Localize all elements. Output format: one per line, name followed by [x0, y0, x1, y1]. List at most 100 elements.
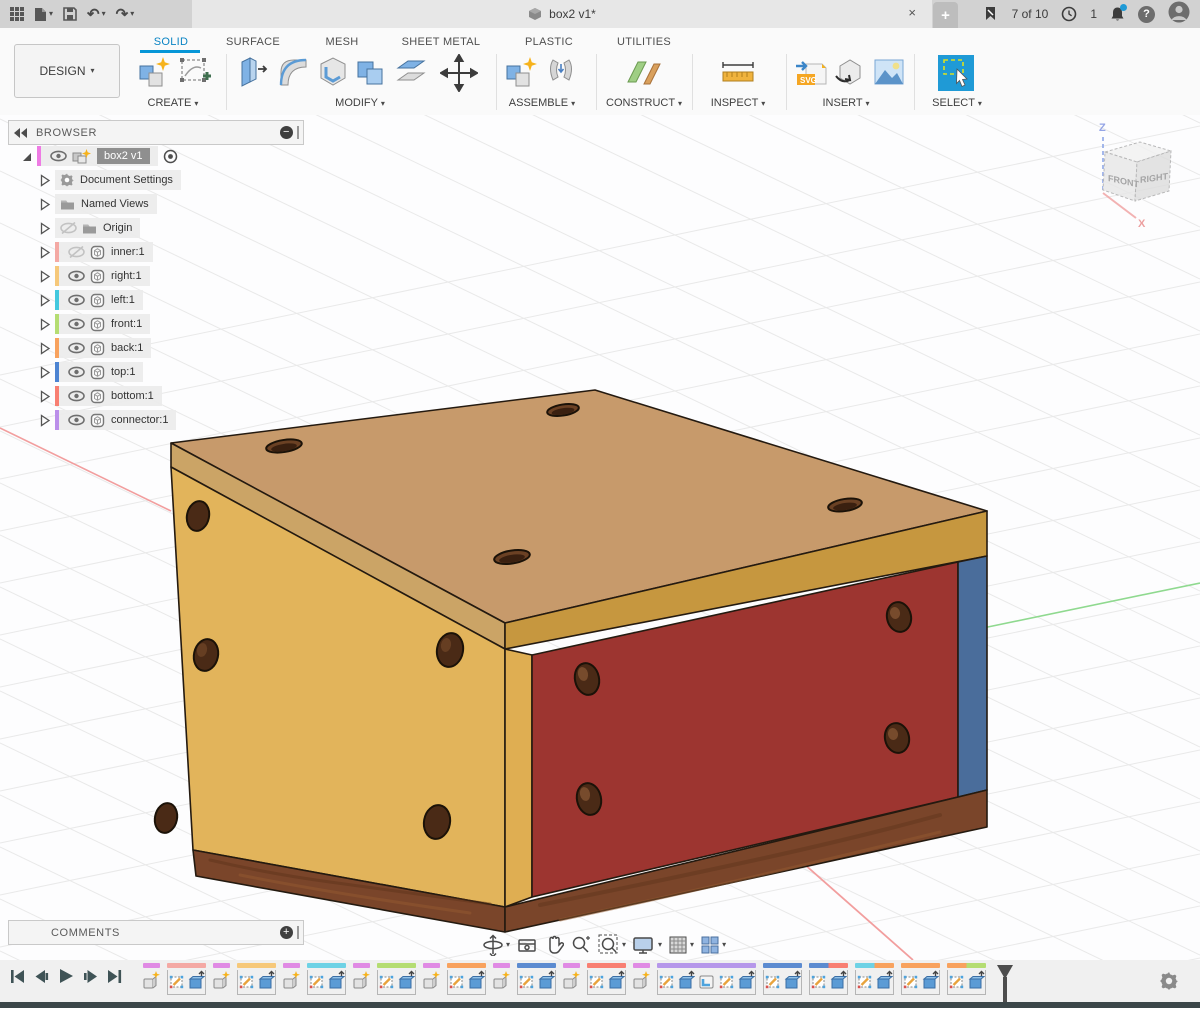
timeline-extrude-icon[interactable]	[398, 970, 415, 991]
timeline-feature-group[interactable]	[493, 963, 510, 991]
insert-mesh-icon[interactable]	[832, 54, 866, 97]
tab-utilities[interactable]: UTILITIES	[616, 36, 672, 50]
group-insert[interactable]: INSERT ▾	[810, 97, 882, 109]
visibility-eye-icon[interactable]	[68, 318, 85, 330]
combine-icon[interactable]	[354, 54, 388, 97]
display-settings-icon[interactable]: ▾	[632, 935, 662, 955]
tab-surface[interactable]: SURFACE	[222, 36, 284, 50]
timeline-sketch-icon[interactable]	[238, 970, 255, 991]
help-icon[interactable]: ?	[1138, 6, 1155, 23]
expand-arrow-icon[interactable]	[38, 198, 51, 211]
group-create[interactable]: CREATE ▾	[136, 97, 210, 109]
move-icon[interactable]	[440, 54, 478, 97]
skip-start-icon[interactable]	[10, 969, 25, 984]
visibility-eye-icon[interactable]	[68, 270, 85, 282]
new-tab-button[interactable]: +	[933, 2, 958, 28]
timeline-feature-group[interactable]	[947, 963, 986, 995]
add-comment-icon[interactable]: +	[280, 926, 293, 939]
document-tab[interactable]: box2 v1* ×	[192, 0, 932, 28]
visibility-eye-off-icon[interactable]	[68, 246, 85, 258]
expand-arrow-icon[interactable]	[38, 246, 51, 259]
browser-row-pill[interactable]: left:1	[55, 290, 143, 310]
offset-face-icon[interactable]	[394, 54, 428, 97]
browser-row-label[interactable]: front:1	[111, 318, 142, 330]
save-icon[interactable]	[63, 7, 77, 21]
visibility-eye-off-icon[interactable]	[60, 222, 77, 234]
press-pull-icon[interactable]	[236, 54, 270, 97]
browser-row-pill[interactable]: Named Views	[55, 194, 157, 214]
browser-row-label[interactable]: right:1	[111, 270, 142, 282]
shell-icon[interactable]	[316, 54, 350, 97]
measure-icon[interactable]	[718, 54, 758, 97]
activate-component-icon[interactable]	[163, 149, 178, 164]
browser-row-right-1[interactable]: right:1	[38, 265, 150, 287]
undo-icon[interactable]: ↶▾	[87, 7, 106, 22]
browser-row-pill[interactable]: Origin	[55, 218, 140, 238]
timeline-sketch-icon[interactable]	[448, 970, 465, 991]
comments-panel-header[interactable]: COMMENTS +	[8, 920, 304, 945]
expand-arrow-icon[interactable]	[38, 318, 51, 331]
browser-row-inner-1[interactable]: inner:1	[38, 241, 153, 263]
expand-arrow-icon[interactable]	[38, 222, 51, 235]
browser-row-left-1[interactable]: left:1	[38, 289, 143, 311]
new-component-icon[interactable]	[137, 54, 171, 97]
group-select[interactable]: SELECT ▾	[920, 97, 994, 109]
box-corner-strip[interactable]	[505, 649, 532, 907]
viewcube[interactable]: Z X FRONT RIGHT	[1099, 122, 1171, 230]
timeline-feature-group[interactable]	[657, 963, 756, 995]
step-back-icon[interactable]	[34, 969, 49, 984]
timeline-sketch-icon[interactable]	[718, 970, 735, 991]
group-assemble[interactable]: ASSEMBLE ▾	[498, 97, 586, 109]
timeline-extrude-icon[interactable]	[258, 970, 275, 991]
expand-arrow-icon[interactable]	[38, 294, 51, 307]
app-grid-icon[interactable]	[10, 7, 24, 21]
select-icon[interactable]	[936, 54, 976, 97]
tab-plastic[interactable]: PLASTIC	[524, 36, 574, 50]
tab-sheet-metal[interactable]: SHEET METAL	[398, 36, 484, 50]
workspace-selector[interactable]: DESIGN ▾	[14, 44, 120, 98]
panel-grip[interactable]	[297, 926, 299, 939]
skip-end-icon[interactable]	[107, 969, 122, 984]
timeline-feature-group[interactable]	[763, 963, 802, 995]
timeline-extrude-icon[interactable]	[968, 970, 985, 991]
timeline-sketch-icon[interactable]	[764, 970, 781, 991]
timeline-extrude-icon[interactable]	[678, 970, 695, 991]
timeline-extrude-icon[interactable]	[738, 970, 755, 991]
timeline-feature-group[interactable]	[283, 963, 300, 991]
browser-panel-header[interactable]: BROWSER −	[8, 120, 304, 145]
timeline-feature-group[interactable]	[353, 963, 370, 991]
timeline-extrude-icon[interactable]	[188, 970, 205, 991]
expand-arrow-icon[interactable]	[38, 270, 51, 283]
timeline-extrude-icon[interactable]	[922, 970, 939, 991]
browser-row-label[interactable]: Origin	[103, 222, 132, 234]
visibility-eye-icon[interactable]	[68, 366, 85, 378]
timeline-component-icon[interactable]	[633, 970, 650, 991]
expand-arrow-icon[interactable]	[38, 390, 51, 403]
timeline-feature-group[interactable]	[307, 963, 346, 995]
browser-row-label[interactable]: Document Settings	[80, 174, 173, 186]
group-inspect[interactable]: INSPECT ▾	[698, 97, 778, 109]
step-forward-icon[interactable]	[83, 969, 98, 984]
browser-row-top-1[interactable]: top:1	[38, 361, 143, 383]
construct-plane-icon[interactable]	[624, 54, 664, 97]
collapse-panel-icon[interactable]	[14, 128, 28, 138]
grid-settings-icon[interactable]: ▾	[668, 935, 694, 955]
timeline-extrude-icon[interactable]	[876, 970, 893, 991]
timeline-feature-group[interactable]	[447, 963, 486, 995]
box-right-strip[interactable]	[958, 556, 987, 797]
timeline-feature-group[interactable]	[423, 963, 440, 991]
expand-arrow-icon[interactable]	[38, 174, 51, 187]
timeline-component-icon[interactable]	[353, 970, 370, 991]
avatar[interactable]	[1168, 1, 1190, 28]
timeline-settings-gear-icon[interactable]	[1160, 972, 1178, 995]
browser-row-box2-v1[interactable]: box2 v1	[20, 145, 178, 167]
create-sketch-icon[interactable]	[177, 54, 211, 97]
version-flag-icon[interactable]	[983, 6, 999, 22]
browser-row-bottom-1[interactable]: bottom:1	[38, 385, 162, 407]
notifications-bell-icon[interactable]	[1110, 6, 1125, 22]
zoom-icon[interactable]	[570, 934, 592, 956]
browser-row-pill[interactable]: back:1	[55, 338, 151, 358]
timeline-extrude-icon[interactable]	[468, 970, 485, 991]
timeline-feature-group[interactable]	[563, 963, 580, 991]
play-icon[interactable]	[58, 968, 74, 984]
